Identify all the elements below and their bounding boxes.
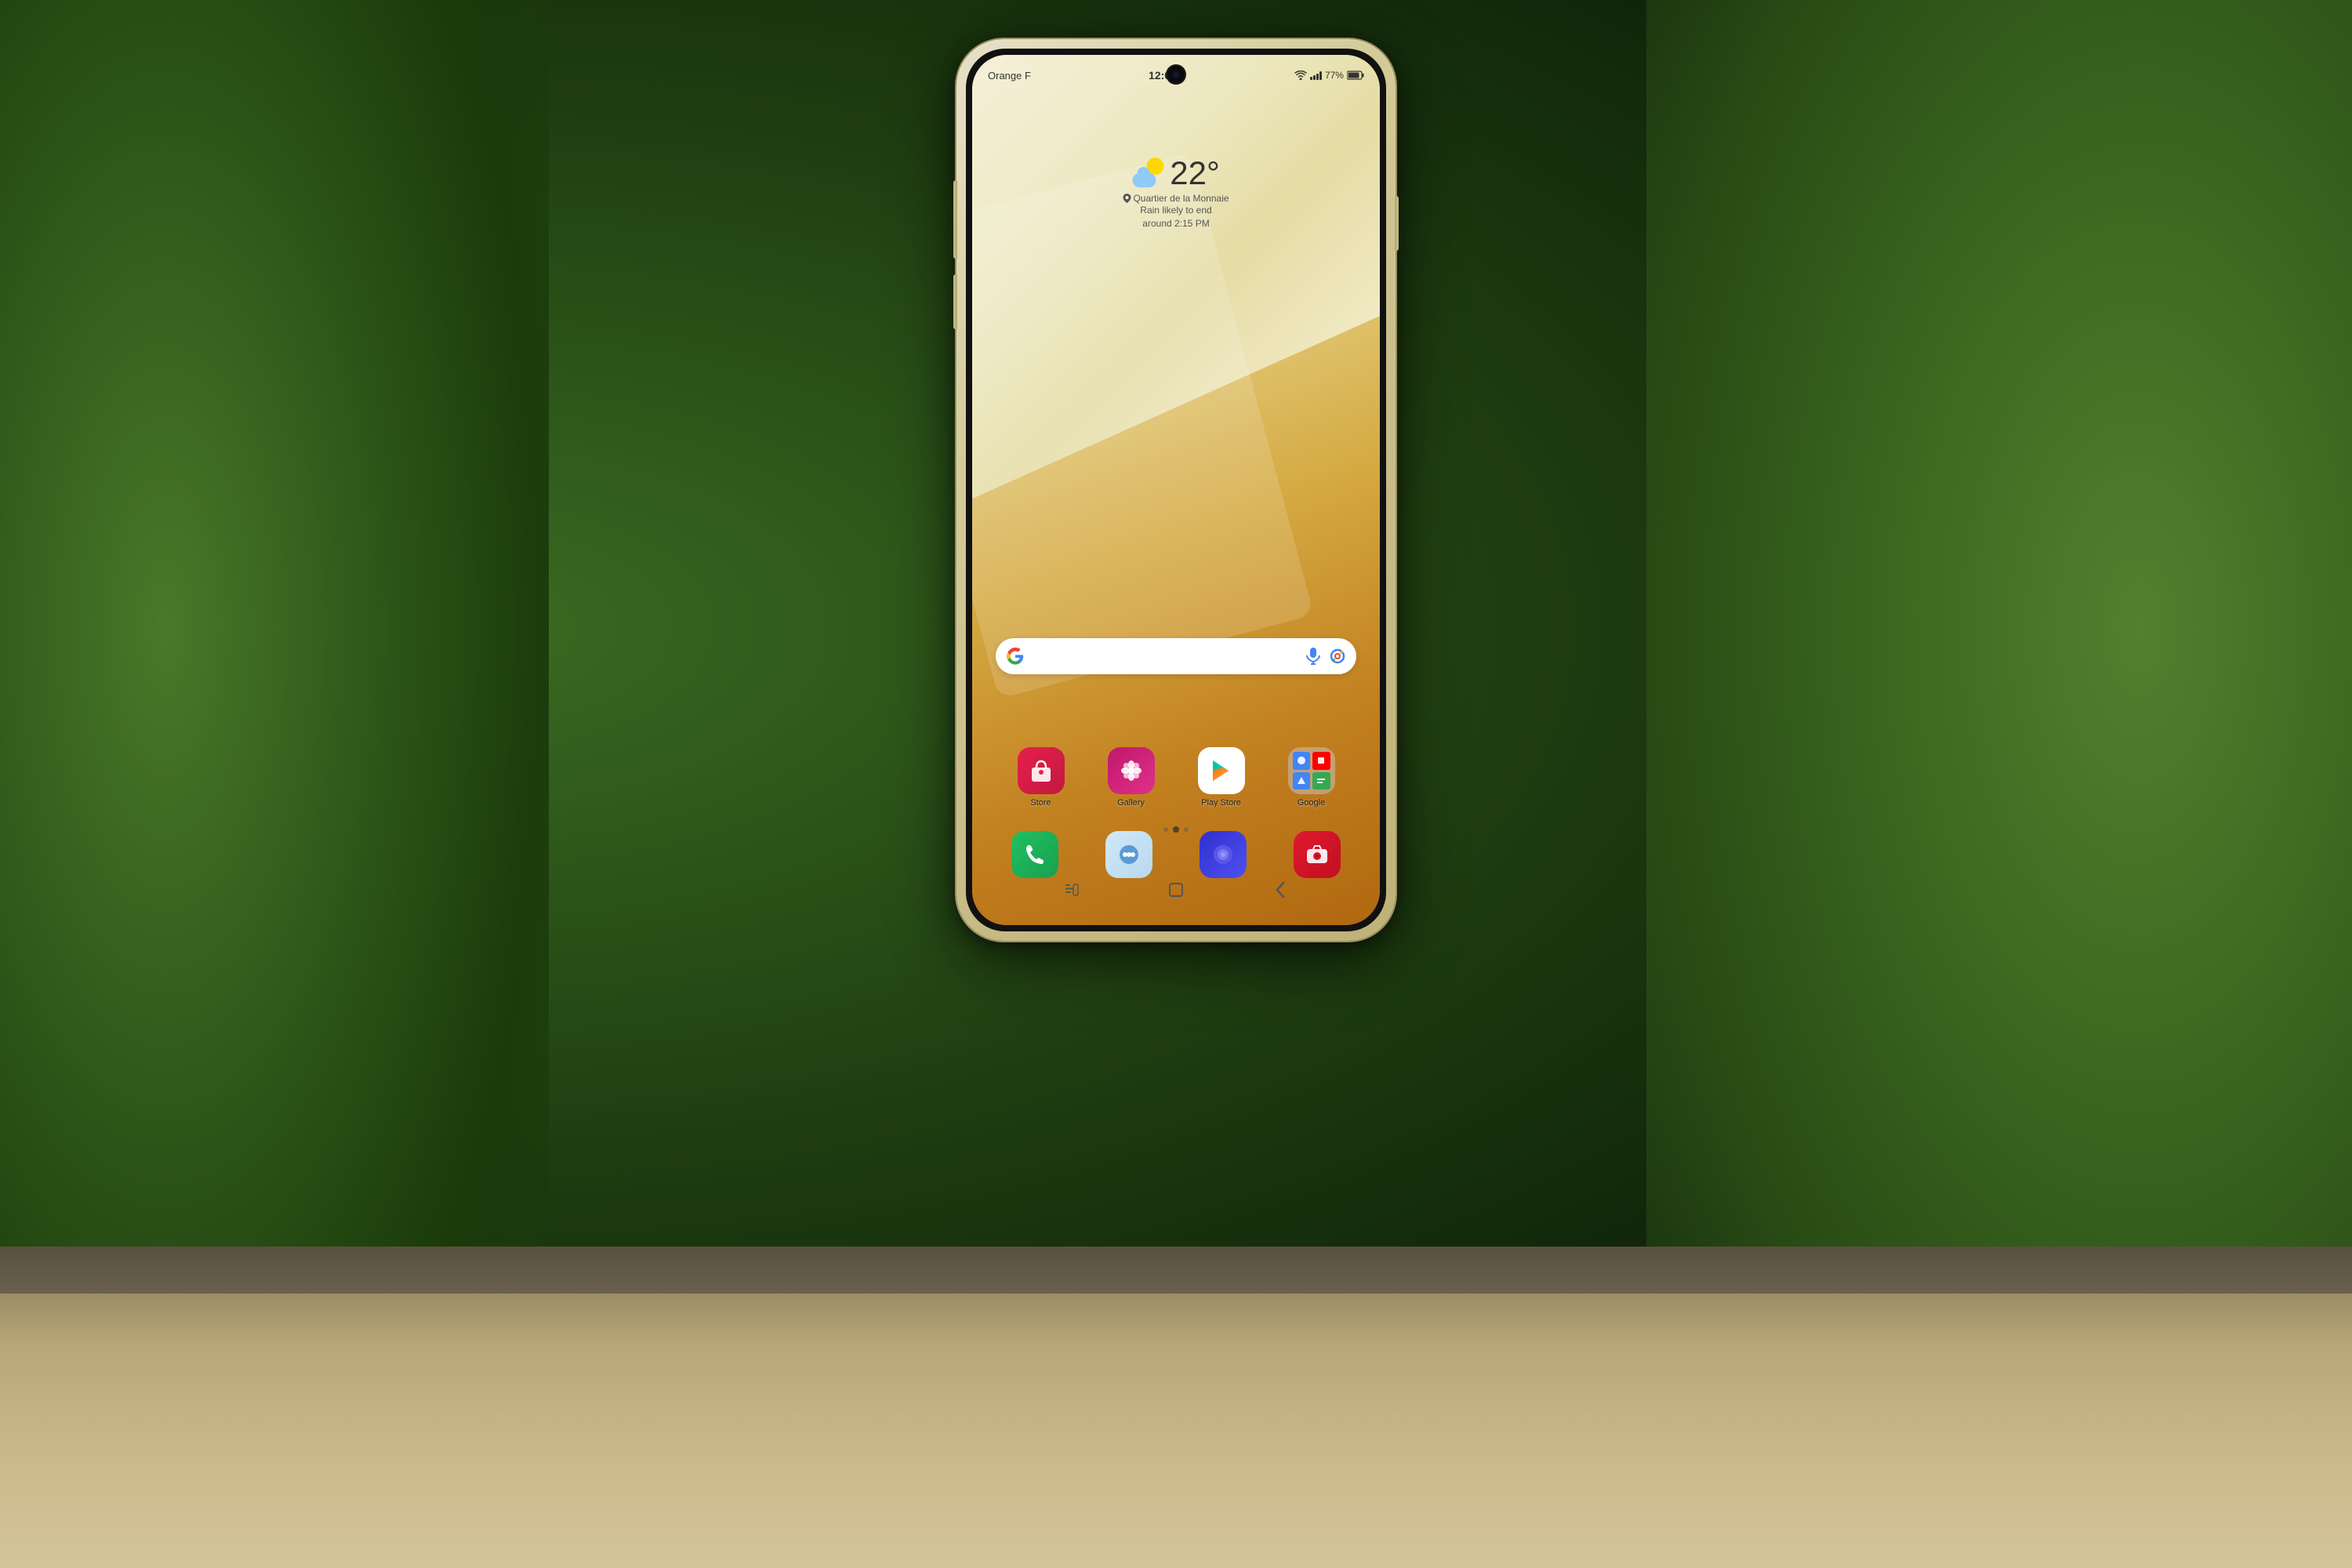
battery-icon xyxy=(1347,71,1364,80)
camera-icon-svg xyxy=(1304,841,1330,868)
app-row-1: Store xyxy=(996,747,1356,808)
shelf-edge xyxy=(0,1247,2352,1294)
temperature-display: 22° xyxy=(1170,157,1220,190)
volume-up-button[interactable] xyxy=(953,180,957,259)
weather-top-row: 22° xyxy=(1123,157,1229,190)
back-button[interactable] xyxy=(1267,877,1294,903)
google-folder-icon xyxy=(1288,747,1335,794)
browser-icon xyxy=(1210,841,1236,868)
power-button[interactable] xyxy=(1395,196,1399,251)
cloud-icon xyxy=(1132,173,1156,187)
google-mini-3 xyxy=(1293,772,1311,790)
google-mini-2 xyxy=(1312,752,1330,770)
google-g-icon xyxy=(1007,648,1024,665)
weather-condition-icon xyxy=(1132,158,1163,189)
app-item-gallery[interactable]: Gallery xyxy=(1104,747,1159,808)
battery-percentage: 77% xyxy=(1325,70,1344,81)
weather-location: Quartier de la Monnaie xyxy=(1123,193,1229,204)
back-icon xyxy=(1275,881,1286,898)
store-label: Store xyxy=(1030,798,1051,808)
google-label: Google xyxy=(1298,798,1325,808)
home-button[interactable] xyxy=(1163,877,1189,903)
recents-icon xyxy=(1064,884,1080,896)
status-icons: 77% xyxy=(1294,70,1364,81)
play-store-logo xyxy=(1207,756,1236,786)
volume-down-button[interactable] xyxy=(953,274,957,329)
recents-button[interactable] xyxy=(1058,877,1085,903)
pin-icon xyxy=(1123,194,1131,203)
gallery-icon xyxy=(1108,747,1155,794)
camera-cutout xyxy=(1167,66,1185,83)
app-item-play-store[interactable]: Play Store xyxy=(1194,747,1249,808)
navigation-bar xyxy=(972,870,1380,909)
store-icon xyxy=(1018,747,1065,794)
store-bag-icon xyxy=(1027,757,1055,785)
location-text: Quartier de la Monnaie xyxy=(1133,193,1229,204)
phone-screen: Orange F 12:05 xyxy=(972,55,1380,925)
phone-body: Orange F 12:05 xyxy=(956,39,1396,941)
app-grid: Store xyxy=(996,747,1356,815)
microphone-icon[interactable] xyxy=(1306,648,1320,665)
google-lens-icon[interactable] xyxy=(1330,648,1345,664)
google-mini-4 xyxy=(1312,772,1330,790)
app-item-store[interactable]: Store xyxy=(1014,747,1069,808)
search-icons xyxy=(1306,648,1345,665)
play-store-label: Play Store xyxy=(1201,798,1241,808)
carrier-label: Orange F xyxy=(988,70,1031,82)
messages-icon xyxy=(1116,841,1142,868)
signal-icon xyxy=(1310,71,1322,80)
playstore-icon xyxy=(1198,747,1245,794)
home-icon xyxy=(1167,881,1185,898)
camera-lens xyxy=(1172,71,1180,78)
phone-icon xyxy=(1022,842,1047,867)
weather-widget[interactable]: 22° Quartier de la Monnaie Rain likely t… xyxy=(1123,157,1229,230)
wifi-icon xyxy=(1294,71,1307,80)
gallery-flower-icon xyxy=(1117,757,1145,785)
screen-bezel: Orange F 12:05 xyxy=(966,49,1386,931)
shelf-surface xyxy=(0,1254,2352,1568)
google-mini-1 xyxy=(1293,752,1311,770)
gallery-label: Gallery xyxy=(1117,798,1145,808)
weather-description: Rain likely to end around 2:15 PM xyxy=(1123,204,1229,230)
phone-device: Orange F 12:05 xyxy=(956,39,1396,941)
app-item-google[interactable]: Google xyxy=(1284,747,1339,808)
google-search-bar[interactable] xyxy=(996,638,1356,674)
